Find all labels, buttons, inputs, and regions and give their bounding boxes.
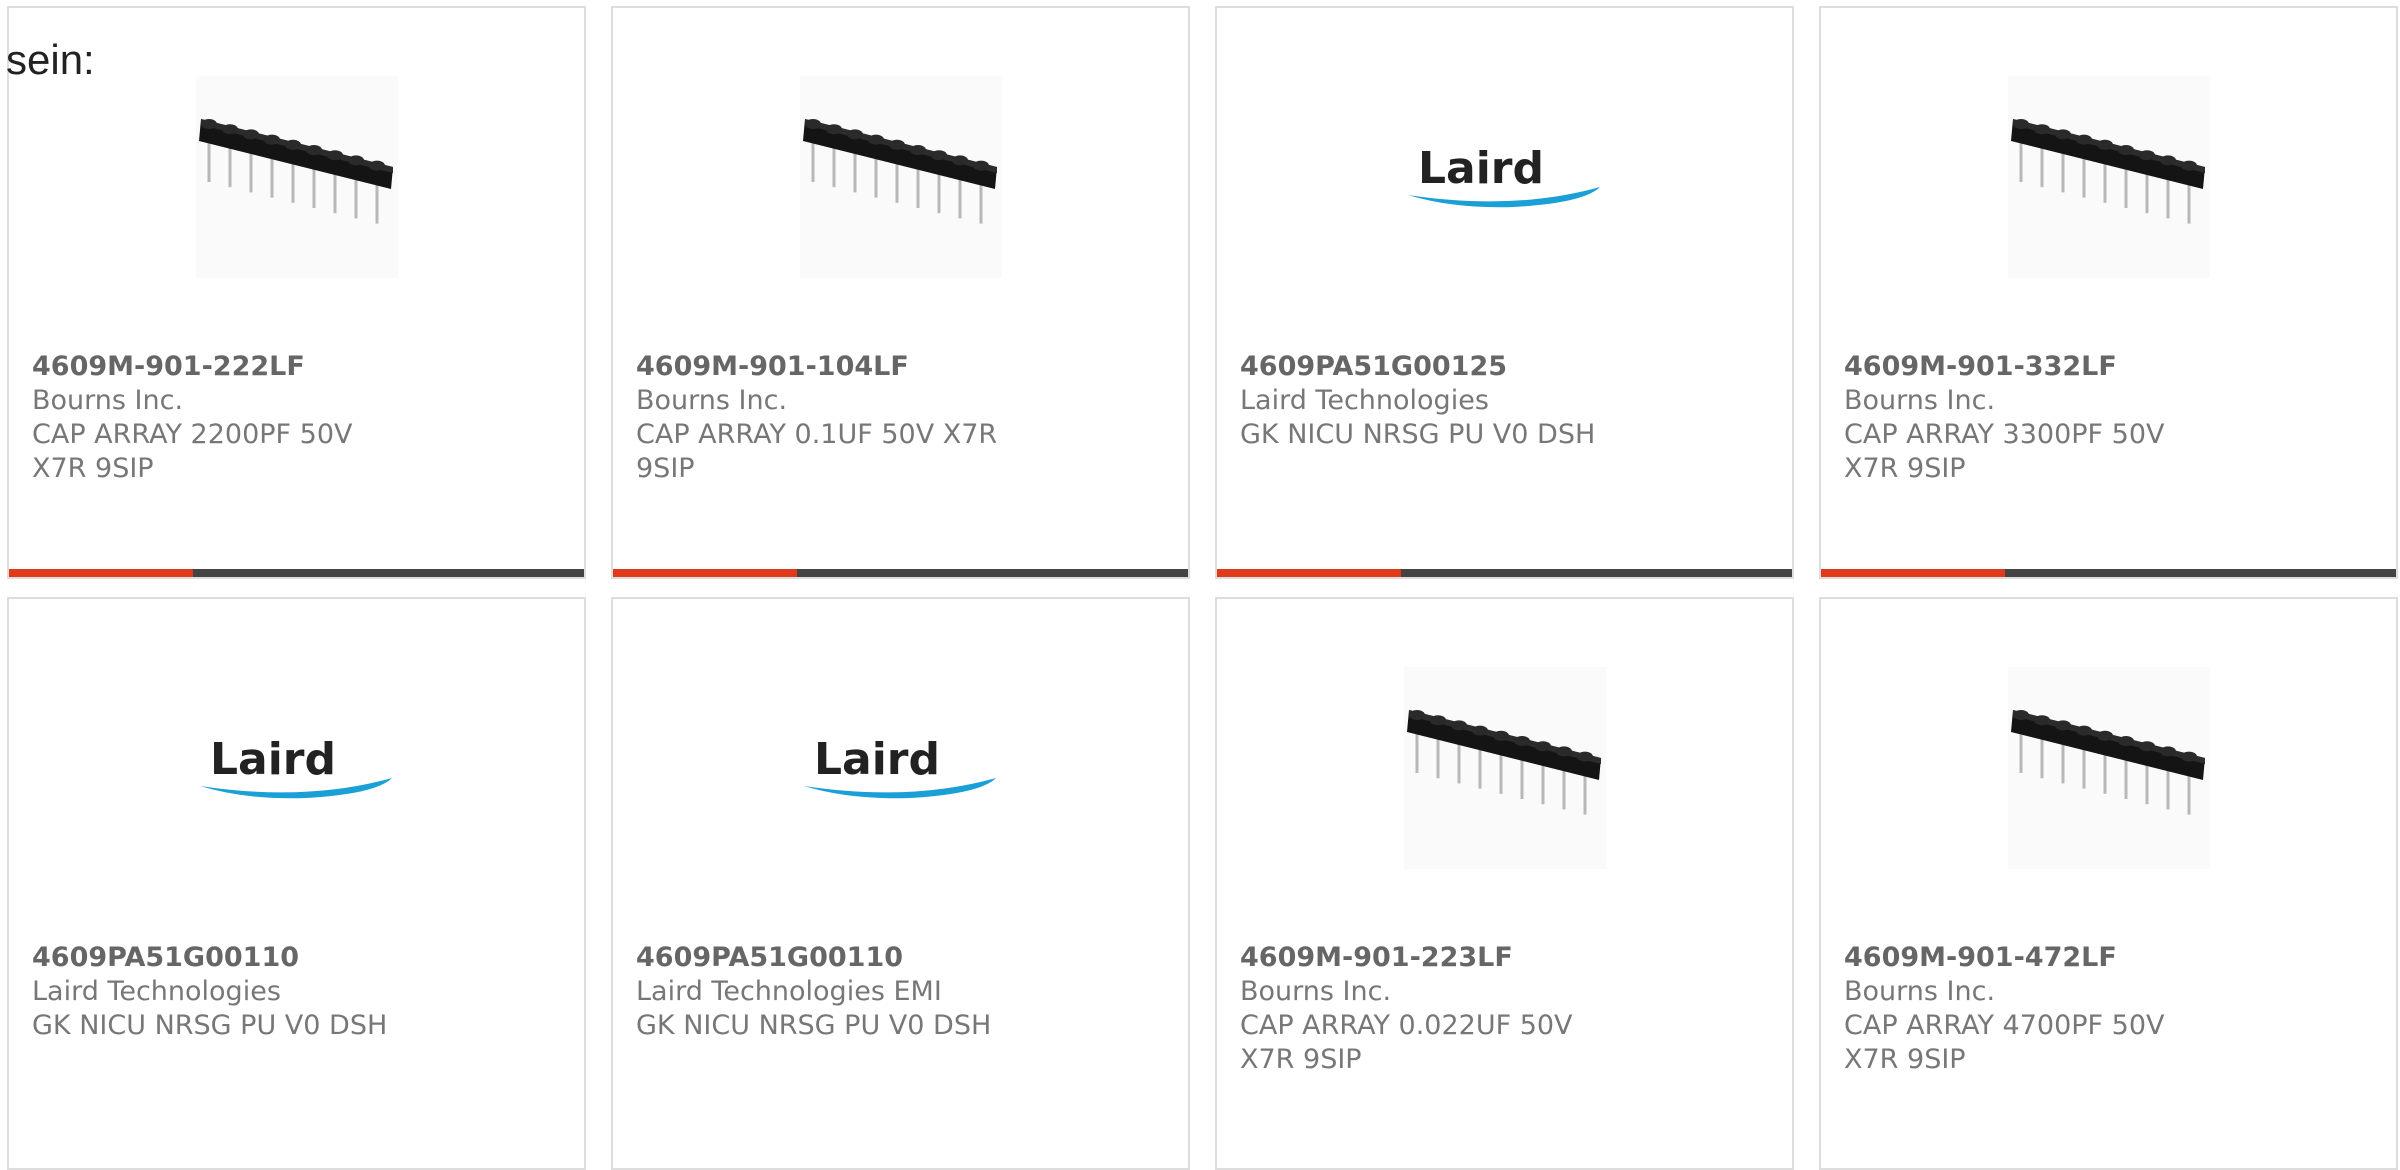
manufacturer: Bourns Inc. <box>636 385 788 416</box>
manufacturer: Bourns Inc. <box>1844 976 1996 1007</box>
sip-component-icon <box>198 119 393 224</box>
part-number[interactable]: 4609PA51G00110 <box>32 941 412 975</box>
product-image[interactable] <box>1403 667 1606 869</box>
part-number[interactable]: 4609M-901-472LF <box>1844 941 2224 975</box>
svg-text:Laird: Laird <box>814 734 940 785</box>
product-card-7[interactable]: 4609M-901-223LF Bourns Inc. CAP ARRAY 0.… <box>1215 597 1794 1170</box>
laird-logo-icon: Laird <box>803 734 996 799</box>
part-number[interactable]: 4609M-901-104LF <box>636 350 1016 384</box>
manufacturer: Bourns Inc. <box>1844 385 1996 416</box>
product-card-2[interactable]: 4609M-901-104LF Bourns Inc. CAP ARRAY 0.… <box>611 6 1190 579</box>
progress-bar <box>1821 569 2396 577</box>
sip-component-icon <box>2010 119 2205 224</box>
manufacturer: Laird Technologies EMI <box>636 976 942 1007</box>
product-image[interactable] <box>2007 76 2210 278</box>
progress-bar <box>1217 569 1792 577</box>
intro-text: sein: <box>6 36 95 83</box>
product-description: GK NICU NRSG PU V0 DSH <box>32 1010 388 1041</box>
product-description: CAP ARRAY 0.022UF 50V X7R 9SIP <box>1240 1010 1573 1075</box>
laird-logo-icon: Laird <box>199 734 392 799</box>
product-info: 4609M-901-472LF Bourns Inc. CAP ARRAY 47… <box>1844 941 2224 1077</box>
part-number[interactable]: 4609M-901-222LF <box>32 350 412 384</box>
manufacturer: Bourns Inc. <box>32 385 184 416</box>
progress-bar-fill <box>1821 569 2005 577</box>
svg-text:Laird: Laird <box>1418 143 1544 194</box>
product-info: 4609PA51G00110 Laird Technologies EMI GK… <box>636 941 1016 1043</box>
product-info: 4609PA51G00110 Laird Technologies GK NIC… <box>32 941 412 1043</box>
part-number[interactable]: 4609M-901-332LF <box>1844 350 2224 384</box>
sip-component-icon <box>1406 710 1601 815</box>
product-info: 4609M-901-222LF Bourns Inc. CAP ARRAY 22… <box>32 350 412 486</box>
product-description: CAP ARRAY 4700PF 50V X7R 9SIP <box>1844 1010 2165 1075</box>
product-card-5[interactable]: Laird 4609PA51G00110 Laird Technologies … <box>7 597 586 1170</box>
part-number[interactable]: 4609PA51G00125 <box>1240 350 1620 384</box>
product-image[interactable] <box>799 76 1002 278</box>
product-info: 4609M-901-104LF Bourns Inc. CAP ARRAY 0.… <box>636 350 1016 486</box>
manufacturer: Laird Technologies <box>32 976 281 1007</box>
product-info: 4609PA51G00125 Laird Technologies GK NIC… <box>1240 350 1620 452</box>
product-image[interactable] <box>2007 667 2210 869</box>
product-info: 4609M-901-223LF Bourns Inc. CAP ARRAY 0.… <box>1240 941 1620 1077</box>
progress-bar <box>613 569 1188 577</box>
product-card-6[interactable]: Laird 4609PA51G00110 Laird Technologies … <box>611 597 1190 1170</box>
part-number[interactable]: 4609M-901-223LF <box>1240 941 1620 975</box>
product-description: GK NICU NRSG PU V0 DSH <box>1240 419 1596 450</box>
manufacturer: Bourns Inc. <box>1240 976 1392 1007</box>
product-card-8[interactable]: 4609M-901-472LF Bourns Inc. CAP ARRAY 47… <box>1819 597 2398 1170</box>
product-card-3[interactable]: Laird 4609PA51G00125 Laird Technologies … <box>1215 6 1794 579</box>
laird-logo-icon: Laird <box>1407 143 1600 208</box>
product-description: GK NICU NRSG PU V0 DSH <box>636 1010 992 1041</box>
part-number[interactable]: 4609PA51G00110 <box>636 941 1016 975</box>
product-image[interactable]: Laird <box>196 667 398 869</box>
product-image[interactable]: Laird <box>800 667 1002 869</box>
product-info: 4609M-901-332LF Bourns Inc. CAP ARRAY 33… <box>1844 350 2224 486</box>
progress-bar-fill <box>613 569 797 577</box>
manufacturer: Laird Technologies <box>1240 385 1489 416</box>
product-card-4[interactable]: 4609M-901-332LF Bourns Inc. CAP ARRAY 33… <box>1819 6 2398 579</box>
product-image[interactable] <box>195 76 398 278</box>
progress-bar-fill <box>9 569 193 577</box>
product-grid: 4609M-901-222LF Bourns Inc. CAP ARRAY 22… <box>7 6 2398 1170</box>
product-description: CAP ARRAY 0.1UF 50V X7R 9SIP <box>636 419 998 484</box>
svg-text:Laird: Laird <box>210 734 336 785</box>
sip-component-icon <box>802 119 997 224</box>
product-card-1[interactable]: 4609M-901-222LF Bourns Inc. CAP ARRAY 22… <box>7 6 586 579</box>
progress-bar <box>9 569 584 577</box>
progress-bar-fill <box>1217 569 1401 577</box>
product-description: CAP ARRAY 3300PF 50V X7R 9SIP <box>1844 419 2165 484</box>
product-image[interactable]: Laird <box>1404 76 1606 278</box>
sip-component-icon <box>2010 710 2205 815</box>
product-description: CAP ARRAY 2200PF 50V X7R 9SIP <box>32 419 353 484</box>
